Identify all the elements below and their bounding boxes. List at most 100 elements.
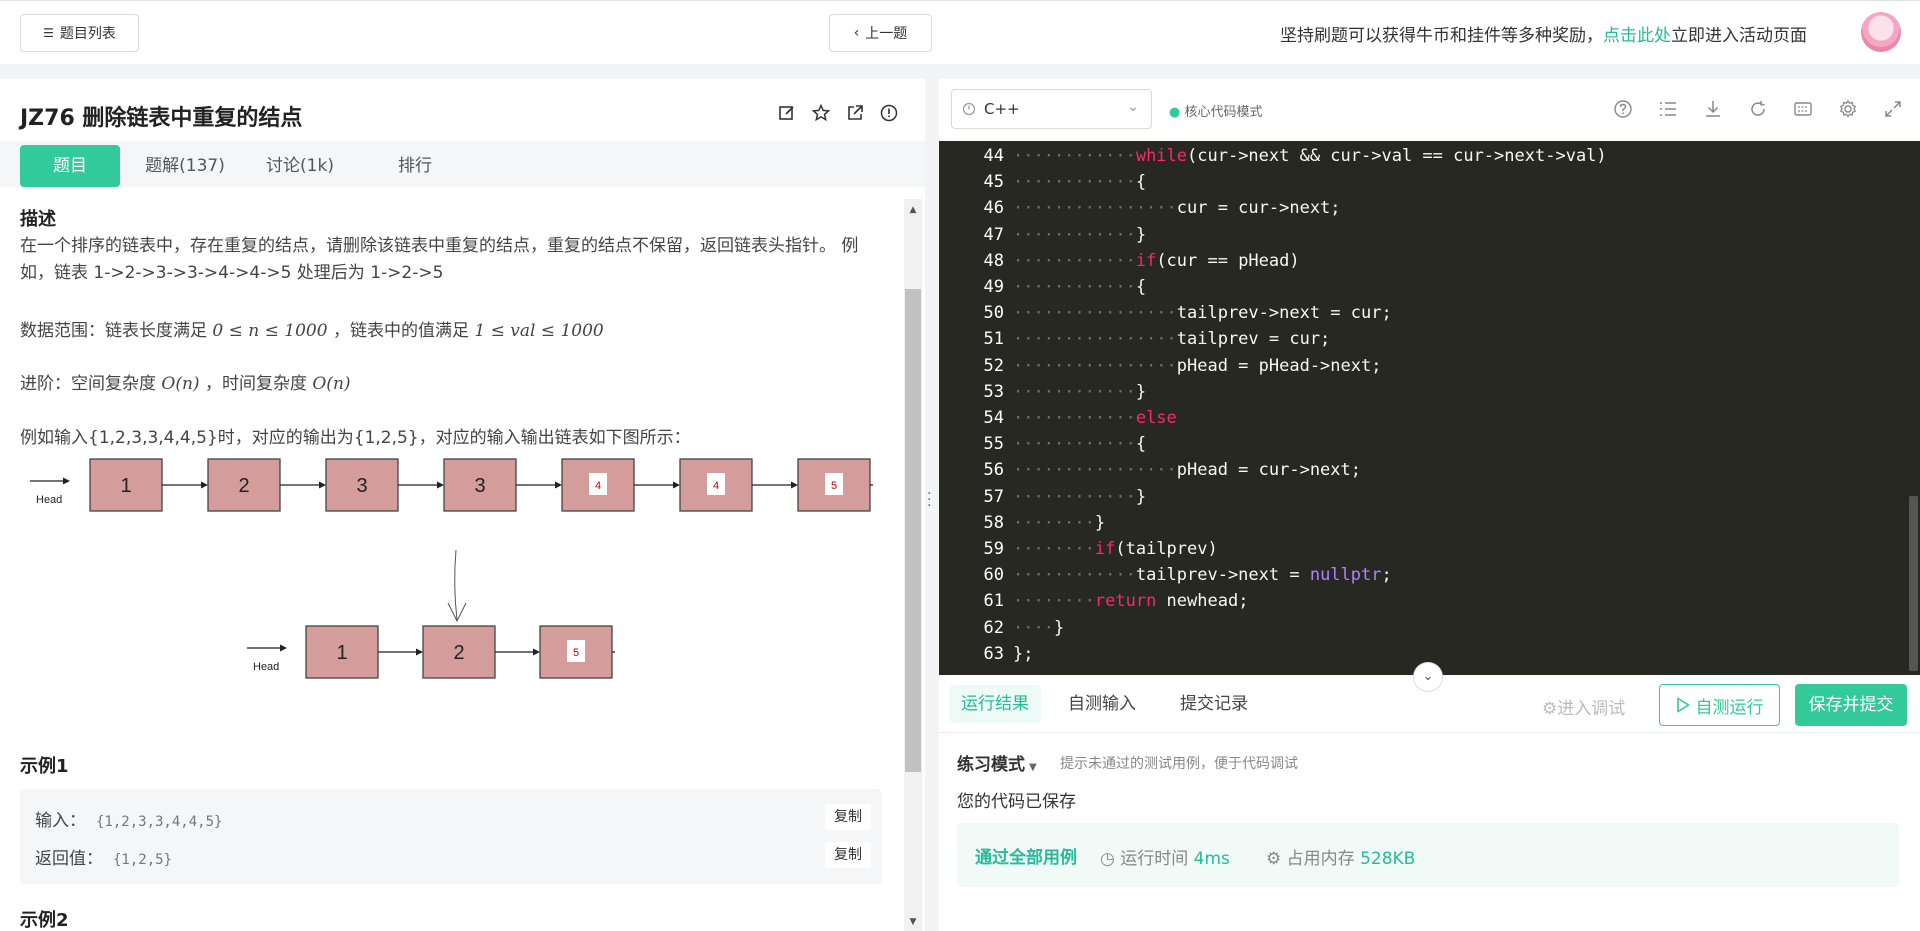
debug-button[interactable]: ⚙进入调试 [1542, 694, 1625, 719]
arrow-head [319, 481, 326, 489]
example1-box: 输入： {1,2,3,3,4,4,5} 复制 返回值： {1,2,5} 复制 [20, 789, 882, 884]
language-select[interactable]: C++ ⌄ [951, 89, 1152, 129]
code-scrollbar[interactable] [1909, 496, 1918, 671]
drag-handle-icon[interactable]: · · · [927, 487, 931, 513]
line-number: 61 [983, 591, 1004, 612]
fullscreen-icon[interactable] [1883, 99, 1903, 119]
copy-input-button[interactable]: 复制 [825, 804, 871, 830]
line-number: 60 [983, 565, 1004, 586]
code-text: ············if(cur == pHead) [1013, 250, 1300, 271]
output-label: 返回值： [35, 849, 103, 869]
save-and-submit-button[interactable]: 保存并提交 [1795, 684, 1907, 726]
top-bar: ☰ 题目列表 ‹ 上一题 坚持刷题可以获得牛币和挂件等多种奖励，点击此处立即进入… [0, 0, 1920, 64]
list-icon[interactable] [1658, 99, 1678, 119]
scroll-up-icon[interactable]: ▲ [904, 205, 922, 215]
code-text: ········return newhead; [1013, 591, 1249, 612]
arrow-head [555, 481, 562, 489]
bug-icon: ⚙ [1542, 699, 1558, 719]
code-text: ············{ [1013, 434, 1147, 455]
chevron-down-icon: ⌄ [1127, 99, 1139, 115]
code-editor[interactable]: 44 ············while(cur->next && cur->va… [939, 141, 1920, 675]
problem-content: 描述 在一个排序的链表中，存在重复的结点，请删除该链表中重复的结点，重复的结点不… [0, 199, 905, 931]
promo-text-after: 立即进入活动页面 [1671, 26, 1807, 46]
info-icon[interactable] [880, 104, 898, 122]
settings-icon[interactable] [1838, 99, 1858, 119]
arrow-head [673, 481, 680, 489]
prev-problem-button[interactable]: ‹ 上一题 [829, 14, 932, 52]
node-value: 1 [336, 642, 347, 664]
mode-label: 核心代码模式 [1184, 105, 1263, 120]
scrollbar-thumb[interactable] [905, 289, 921, 772]
code-text: ············} [1013, 224, 1147, 245]
download-icon[interactable] [1703, 99, 1723, 119]
advanced-mid: ，时间复杂度 [199, 374, 313, 394]
node-value: 3 [474, 475, 485, 497]
tab-custom-input[interactable]: 自测输入 [1056, 685, 1148, 723]
description-text: 在一个排序的链表中，存在重复的结点，请删除该链表中重复的结点，重复的结点不保留，… [20, 236, 859, 283]
code-text: ········} [1013, 512, 1106, 533]
code-text: ············tailprev->next = nullptr; [1013, 565, 1392, 586]
data-range: 数据范围：链表长度满足 0 ≤ n ≤ 1000 ，链表中的值满足 1 ≤ va… [20, 318, 886, 345]
code-text: ············{ [1013, 172, 1147, 193]
node-value: 4 [713, 480, 719, 492]
code-text: }; [1013, 643, 1034, 664]
scroll-down-icon[interactable]: ▼ [904, 917, 922, 927]
tab-submission-history[interactable]: 提交记录 [1168, 685, 1260, 723]
code-text: ········if(tailprev) [1013, 539, 1218, 559]
line-number: 47 [983, 224, 1004, 245]
external-link-icon[interactable] [846, 104, 864, 122]
time-complexity: O(n) [312, 374, 351, 394]
arrow-head [416, 648, 423, 656]
code-text: ············{ [1013, 277, 1147, 297]
runtime-value: 4ms [1193, 849, 1230, 869]
line-number: 56 [983, 460, 1004, 481]
practice-mode-label: 练习模式 [957, 755, 1025, 775]
refresh-icon[interactable] [1748, 99, 1768, 119]
code-text: ················pHead = cur->next; [1013, 460, 1361, 481]
line-number: 49 [983, 277, 1004, 297]
practice-mode-dropdown[interactable]: 练习模式 ▼ [957, 750, 1037, 775]
code-text: ················tailprev->next = cur; [1013, 303, 1392, 324]
range-length: 0 ≤ n ≤ 1000 [212, 321, 328, 341]
play-icon [1676, 697, 1690, 713]
title-actions [778, 103, 898, 122]
example1-input: 输入： {1,2,3,3,4,4,5} [35, 806, 222, 831]
keyboard-icon[interactable] [1793, 99, 1813, 119]
arrow-head [63, 477, 70, 485]
line-number: 57 [983, 486, 1004, 507]
panel-splitter[interactable]: · · · [925, 79, 939, 931]
help-icon[interactable] [1613, 99, 1633, 119]
problem-title: JZ76 删除链表中重复的结点 [20, 106, 303, 131]
chevron-left-icon: ‹ [853, 25, 860, 41]
edit-icon[interactable] [778, 104, 796, 122]
tab-run-result[interactable]: 运行结果 [949, 685, 1041, 723]
problem-tabs: 题目 题解(137) 讨论(1k) 排行 [0, 141, 925, 187]
line-number: 48 [983, 250, 1004, 271]
tab-solutions[interactable]: 题解(137) [135, 145, 235, 187]
tab-ranking[interactable]: 排行 [365, 145, 465, 187]
node-value: 1 [120, 475, 131, 497]
code-text: ············while(cur->next && cur->val … [1013, 146, 1607, 166]
arrow-head [280, 644, 287, 652]
self-test-run-button[interactable]: 自测运行 [1659, 684, 1780, 726]
problem-list-button[interactable]: ☰ 题目列表 [20, 14, 139, 52]
line-number: 51 [983, 329, 1004, 350]
line-number: 55 [983, 434, 1004, 455]
tab-problem[interactable]: 题目 [20, 145, 120, 187]
tab-discussion[interactable]: 讨论(1k) [250, 145, 350, 187]
problem-list-label: 题目列表 [59, 26, 116, 42]
memory-stat: ⚙ 占用内存 528KB [1266, 844, 1415, 869]
problem-scrollbar[interactable]: ▲ ▼ [904, 199, 922, 931]
avatar[interactable] [1861, 12, 1901, 52]
practice-hint: 提示未通过的测试用例，便于代码调试 [1060, 756, 1298, 772]
line-number: 46 [983, 198, 1004, 219]
arrow-head [201, 481, 208, 489]
code-text: ················tailprev = cur; [1013, 329, 1331, 350]
arrow-head [437, 481, 444, 489]
star-icon[interactable] [811, 103, 831, 122]
runtime-label: 运行时间 [1120, 849, 1189, 869]
code-text: ················pHead = pHead->next; [1013, 355, 1382, 376]
prev-problem-label: 上一题 [865, 26, 908, 42]
copy-output-button[interactable]: 复制 [825, 842, 871, 868]
promo-link[interactable]: 点击此处 [1603, 26, 1671, 46]
